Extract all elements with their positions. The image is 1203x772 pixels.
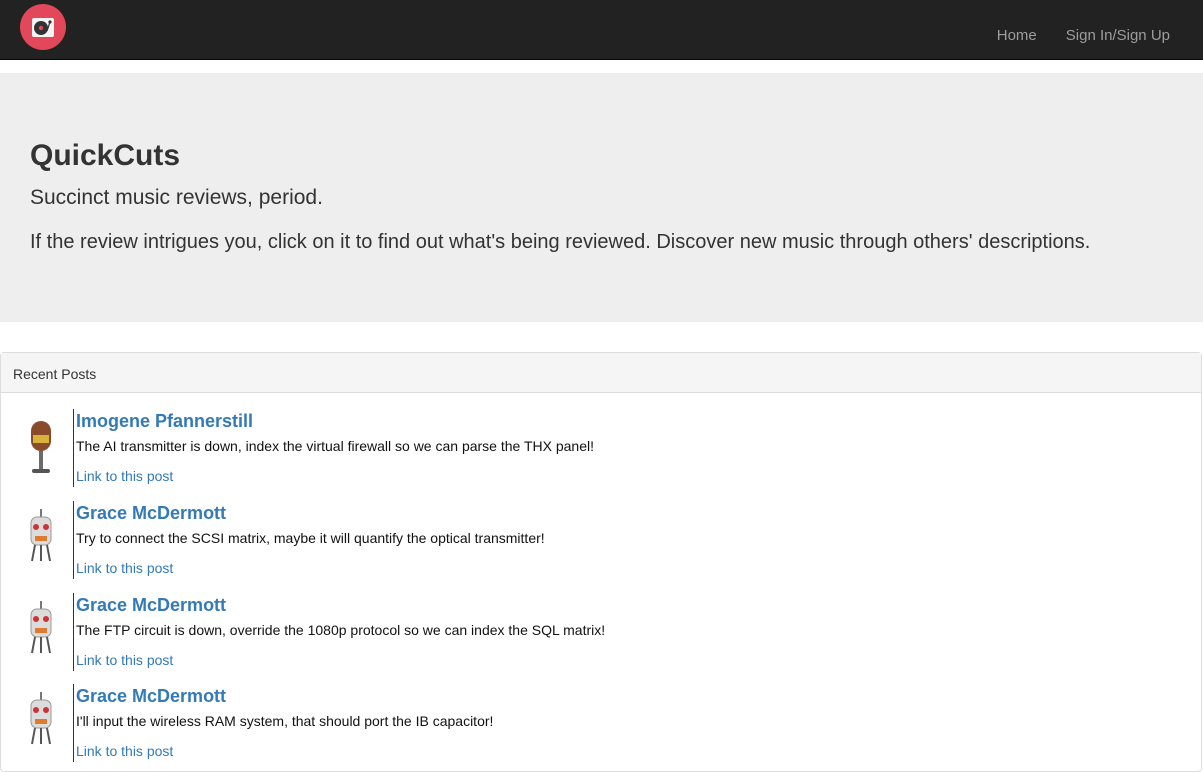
post-author-link[interactable]: Imogene Pfannerstill — [76, 411, 594, 431]
post-item: Grace McDermott I'll input the wireless … — [1, 684, 1201, 772]
post-author-link[interactable]: Grace McDermott — [76, 595, 605, 615]
nav-home-link[interactable]: Home — [997, 27, 1037, 44]
post-item: Grace McDermott The FTP circuit is down,… — [1, 593, 1201, 681]
robot-avatar-icon — [21, 692, 61, 764]
post-body: Grace McDermott Try to connect the SCSI … — [73, 501, 545, 579]
page-subtitle: Succinct music reviews, period. — [30, 186, 323, 209]
post-item: Grace McDermott Try to connect the SCSI … — [1, 501, 1201, 589]
post-permalink[interactable]: Link to this post — [76, 468, 594, 484]
robot-avatar-icon — [21, 509, 61, 581]
post-author-link[interactable]: Grace McDermott — [76, 503, 545, 523]
post-permalink[interactable]: Link to this post — [76, 743, 493, 759]
page-title: QuickCuts — [30, 139, 181, 172]
nav-signin-link[interactable]: Sign In/Sign Up — [1066, 27, 1170, 44]
post-body: Imogene Pfannerstill The AI transmitter … — [73, 409, 594, 487]
post-text: The FTP circuit is down, override the 10… — [76, 622, 606, 638]
post-permalink[interactable]: Link to this post — [76, 560, 545, 576]
nav-links: Home Sign In/Sign Up — [997, 27, 1170, 44]
robot-avatar-icon — [21, 601, 61, 673]
post-item: Imogene Pfannerstill The AI transmitter … — [1, 409, 1201, 497]
microphone-avatar-icon — [21, 417, 61, 489]
recent-posts-panel: Recent Posts Imogene Pfannerstill The AI… — [0, 352, 1202, 772]
page-description: If the review intrigues you, click on it… — [30, 231, 1091, 253]
post-author-link[interactable]: Grace McDermott — [76, 686, 493, 706]
turntable-icon[interactable] — [20, 4, 66, 50]
post-body: Grace McDermott The FTP circuit is down,… — [73, 593, 605, 671]
post-permalink[interactable]: Link to this post — [76, 652, 605, 668]
post-body: Grace McDermott I'll input the wireless … — [73, 684, 493, 762]
panel-heading: Recent Posts — [1, 353, 1201, 393]
jumbotron: QuickCuts Succinct music reviews, period… — [0, 73, 1203, 322]
navbar: Home Sign In/Sign Up — [0, 0, 1203, 60]
post-text: The AI transmitter is down, index the vi… — [76, 438, 594, 454]
post-text: Try to connect the SCSI matrix, maybe it… — [76, 530, 545, 546]
post-text: I'll input the wireless RAM system, that… — [76, 713, 494, 729]
